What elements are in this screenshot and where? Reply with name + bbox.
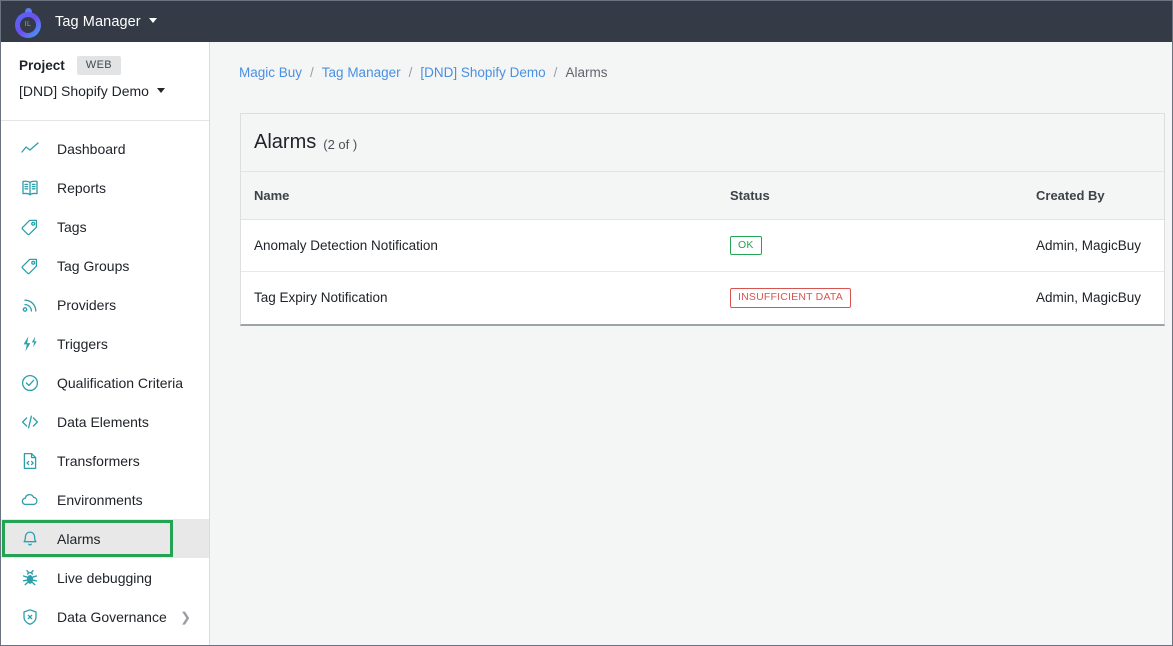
sidebar-item-label: Transformers <box>57 452 140 469</box>
alarm-created-by: Admin, MagicBuy <box>1023 219 1164 272</box>
bug-icon <box>19 567 41 589</box>
lightning-bolt-icon <box>19 333 41 355</box>
project-selector[interactable]: Project WEB [DND] Shopify Demo <box>1 42 209 121</box>
breadcrumb-separator: / <box>310 65 314 80</box>
sidebar-item-label: Live debugging <box>57 569 152 586</box>
sidebar-item-alarms[interactable]: Alarms <box>1 519 209 558</box>
sidebar-item-data-elements[interactable]: Data Elements <box>1 402 209 441</box>
cloud-icon <box>19 489 41 511</box>
table-body: Anomaly Detection Notification OK Admin, M… <box>241 219 1164 324</box>
project-name: [DND] Shopify Demo <box>19 83 149 99</box>
column-header-name[interactable]: Name <box>241 172 717 220</box>
status-badge: OK <box>730 235 762 255</box>
breadcrumb-item-magic-buy[interactable]: Magic Buy <box>239 65 302 80</box>
sidebar-item-label: Providers <box>57 296 117 313</box>
sidebar-item-transformers[interactable]: Transformers <box>1 441 209 480</box>
code-brackets-icon <box>19 411 41 433</box>
alarm-status-cell: INSUFFICIENT DATA <box>717 272 1023 324</box>
top-bar: IL Tag Manager <box>1 1 1172 42</box>
sidebar-item-tag-groups[interactable]: Tag Groups <box>1 246 209 285</box>
sidebar-item-label: Data Elements <box>57 413 149 430</box>
sidebar-item-label: Dashboard <box>57 140 126 157</box>
topbar-product-menu[interactable]: Tag Manager <box>55 13 157 31</box>
chevron-down-icon <box>156 88 165 94</box>
alarms-card: Alarms (2 of ) Name Status Created By Anom… <box>240 113 1165 326</box>
breadcrumb-separator: / <box>408 65 413 80</box>
sidebar-item-dashboard[interactable]: Dashboard <box>1 129 209 168</box>
line-chart-icon <box>19 138 41 160</box>
alarm-status-cell: OK <box>717 219 1023 272</box>
file-code-icon <box>19 450 41 472</box>
tag-icon <box>19 255 41 277</box>
breadcrumb-item--dnd-shopify-demo[interactable]: [DND] Shopify Demo <box>420 65 545 80</box>
alarm-name[interactable]: Tag Expiry Notification <box>241 272 717 324</box>
app-logo-icon[interactable]: IL <box>11 3 49 41</box>
alarms-table: Name Status Created By Anomaly Detection N… <box>241 172 1164 324</box>
sidebar-item-qualification-criteria[interactable]: Qualification Criteria <box>1 363 209 402</box>
app-window: IL Tag Manager Project WEB [DND] Shopify… <box>0 0 1173 646</box>
table-row[interactable]: Anomaly Detection Notification OK Admin, M… <box>241 219 1164 272</box>
status-badge: INSUFFICIENT DATA <box>730 288 851 308</box>
sidebar-item-reports[interactable]: Reports <box>1 168 209 207</box>
shield-x-icon <box>19 606 41 628</box>
project-label: Project <box>19 58 65 73</box>
sidebar: Project WEB [DND] Shopify Demo Dashboard… <box>1 42 210 645</box>
page-title: Alarms <box>254 131 317 153</box>
column-header-status[interactable]: Status <box>717 172 1023 220</box>
check-circle-icon <box>19 372 41 394</box>
sidebar-item-data-governance[interactable]: Data Governance ❯ <box>1 597 209 636</box>
sidebar-item-label: Reports <box>57 179 107 196</box>
bell-icon <box>19 528 41 550</box>
alarms-card-header: Alarms (2 of ) <box>241 114 1164 172</box>
sidebar-nav: Dashboard Reports Tags Tag Groups Providers T… <box>1 121 209 636</box>
breadcrumb-separator: / <box>553 65 558 80</box>
rss-icon <box>19 294 41 316</box>
table-row[interactable]: Tag Expiry Notification INSUFFICIENT DATA… <box>241 272 1164 324</box>
sidebar-item-label: Qualification Criteria <box>57 374 184 391</box>
column-header-created-by[interactable]: Created By <box>1023 172 1164 220</box>
sidebar-item-providers[interactable]: Providers <box>1 285 209 324</box>
sidebar-item-label: Environments <box>57 491 143 508</box>
project-type-chip: WEB <box>76 56 122 75</box>
table-header-row: Name Status Created By <box>241 172 1164 220</box>
project-name-dropdown[interactable]: [DND] Shopify Demo <box>19 83 209 101</box>
project-header-row: Project WEB <box>19 56 209 75</box>
alarm-name[interactable]: Anomaly Detection Notification <box>241 219 717 272</box>
sidebar-item-tags[interactable]: Tags <box>1 207 209 246</box>
alarms-count: (2 of ) <box>323 137 358 152</box>
sidebar-item-live-debugging[interactable]: Live debugging <box>1 558 209 597</box>
tag-icon <box>19 216 41 238</box>
sidebar-item-label: Data Governance <box>57 608 167 625</box>
topbar-title: Tag Manager <box>55 13 141 30</box>
sidebar-item-label: Tag Groups <box>57 257 130 274</box>
sidebar-item-triggers[interactable]: Triggers <box>1 324 209 363</box>
sidebar-item-label: Tags <box>57 218 87 235</box>
sidebar-item-label: Triggers <box>57 335 108 352</box>
alarm-created-by: Admin, MagicBuy <box>1036 290 1142 306</box>
sidebar-item-label: Alarms <box>57 530 101 547</box>
sidebar-item-environments[interactable]: Environments <box>1 480 209 519</box>
book-icon <box>19 177 41 199</box>
chevron-down-icon <box>148 17 157 23</box>
main-content: Magic Buy / Tag Manager / [DND] Shopify Demo… <box>210 42 1172 645</box>
logo-initials: IL <box>20 16 36 33</box>
breadcrumb-item-tag-manager[interactable]: Tag Manager <box>322 65 401 80</box>
breadcrumb-item-alarms: Alarms <box>565 65 608 80</box>
chevron-right-icon: ❯ <box>180 609 191 624</box>
breadcrumb: Magic Buy / Tag Manager / [DND] Shopify Demo… <box>210 42 1172 80</box>
